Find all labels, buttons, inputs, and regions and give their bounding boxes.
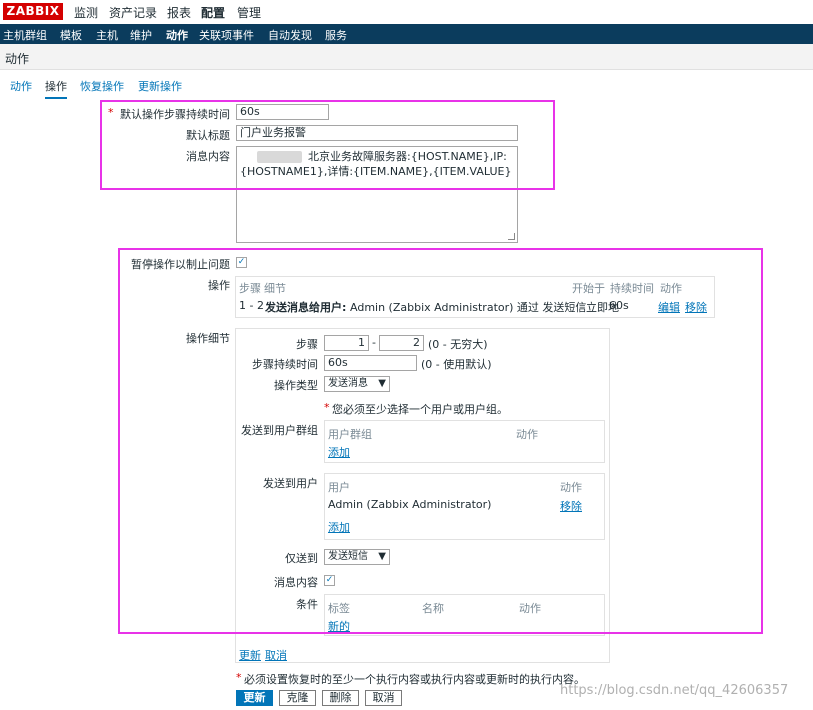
cancel-button[interactable]: 取消: [365, 690, 402, 706]
resize-handle-icon[interactable]: [508, 233, 515, 240]
csdn-watermark: https://blog.csdn.net/qq_42606357: [560, 683, 789, 698]
nav-configuration[interactable]: 配置: [201, 4, 225, 21]
footer-note-mark: *: [236, 671, 242, 684]
update-operation-link[interactable]: 更新: [239, 647, 261, 663]
subnav-hosts[interactable]: 主机: [96, 27, 118, 43]
update-button[interactable]: 更新: [236, 690, 273, 706]
cancel-operation-link[interactable]: 取消: [265, 647, 287, 663]
nav-administration[interactable]: 管理: [237, 4, 261, 21]
subnav-event-correlation[interactable]: 关联项事件: [199, 27, 254, 43]
highlight-box-bottom: [118, 248, 763, 634]
subnav-services[interactable]: 服务: [325, 27, 347, 43]
tab-recovery-operations[interactable]: 恢复操作: [80, 78, 124, 94]
delete-button[interactable]: 删除: [322, 690, 359, 706]
subnav-actions[interactable]: 动作: [166, 27, 188, 43]
sub-nav-bar: [0, 24, 813, 44]
subnav-host-groups[interactable]: 主机群组: [3, 27, 47, 43]
footer-note: 必须设置恢复时的至少一个执行内容或执行内容或更新时的执行内容。: [244, 673, 585, 686]
page-title-bar: [0, 44, 813, 70]
zabbix-logo[interactable]: ZABBIX: [3, 3, 63, 20]
tab-update-operations[interactable]: 更新操作: [138, 78, 182, 94]
clone-button[interactable]: 克隆: [279, 690, 316, 706]
subnav-templates[interactable]: 模板: [60, 27, 82, 43]
tab-operations[interactable]: 操作: [45, 78, 67, 99]
nav-reports[interactable]: 报表: [167, 4, 191, 21]
subnav-discovery[interactable]: 自动发现: [268, 27, 312, 43]
subnav-maintenance[interactable]: 维护: [130, 27, 152, 43]
tab-action[interactable]: 动作: [10, 78, 32, 94]
nav-monitoring[interactable]: 监测: [74, 4, 98, 21]
highlight-box-top: [100, 100, 555, 190]
nav-inventory[interactable]: 资产记录: [109, 4, 157, 21]
page-title: 动作: [5, 52, 30, 66]
